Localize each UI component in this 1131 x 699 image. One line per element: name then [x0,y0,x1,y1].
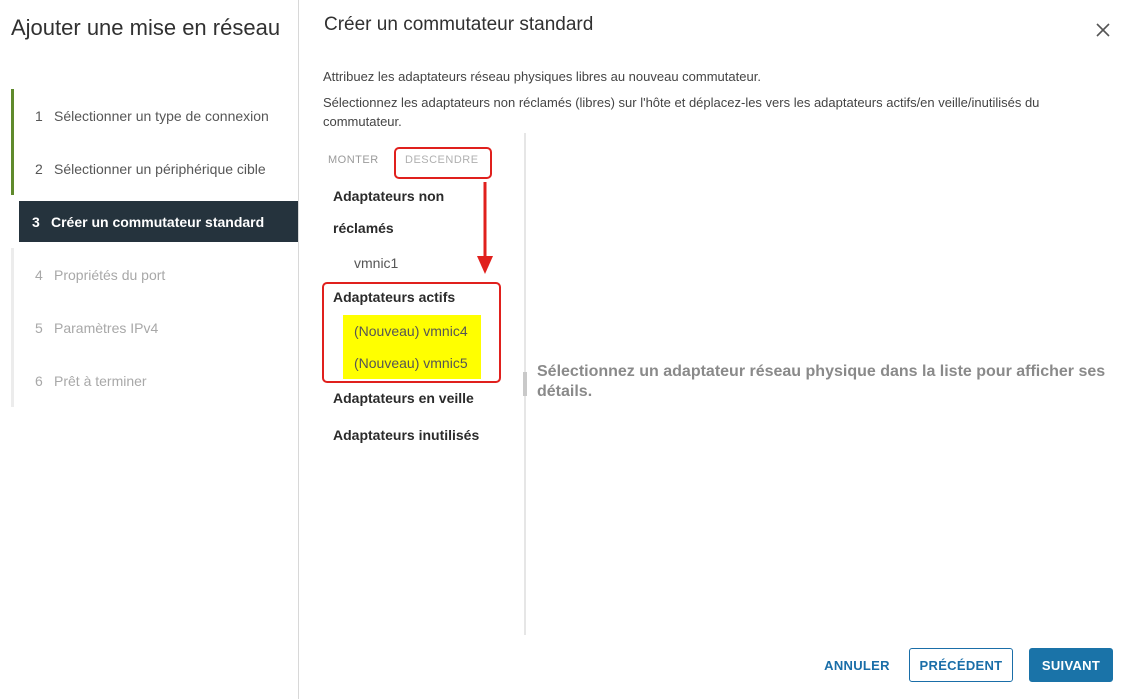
cancel-button[interactable]: ANNULER [815,648,899,682]
wizard-main: Créer un commutateur standard Attribuez … [299,0,1131,699]
step-label: Prêt à terminer [54,372,147,389]
step-number: 1 [35,107,43,124]
step-select-target-device[interactable]: 2 Sélectionner un périphérique cible [11,142,299,195]
step-label: Propriétés du port [54,266,166,283]
annotation-arrow-down-icon [477,182,493,274]
step-number: 3 [32,213,40,230]
step-number: 5 [35,319,43,336]
step-select-connection-type[interactable]: 1 Sélectionner un type de connexion [11,89,299,142]
wizard-sidebar: Ajouter une mise en réseau 1 Sélectionne… [0,0,299,699]
wizard-title: Ajouter une mise en réseau [11,15,281,40]
move-up-button[interactable]: MONTER [328,154,379,166]
step-label: Paramètres IPv4 [54,319,159,336]
step-ready-to-complete: 6 Prêt à terminer [11,354,299,407]
previous-button[interactable]: PRÉCÉDENT [909,648,1013,682]
step-create-standard-switch[interactable]: 3 Créer un commutateur standard [19,201,298,242]
close-icon[interactable] [1095,22,1111,38]
wizard-dialog: Ajouter une mise en réseau 1 Sélectionne… [0,0,1131,699]
annotation-box-active-adapters [322,282,501,383]
step-number: 6 [35,372,43,389]
annotation-box-move-down [394,147,492,179]
description-text-secondary: Sélectionnez les adaptateurs non réclamé… [323,95,1040,129]
detail-placeholder: Sélectionnez un adaptateur réseau physiq… [537,363,1106,400]
group-unclaimed-adapters-line2: réclamés [333,220,394,236]
step-ipv4-settings: 5 Paramètres IPv4 [11,301,299,354]
page-title: Créer un commutateur standard [324,14,594,35]
description-text: Attribuez les adaptateurs réseau physiqu… [323,69,761,84]
group-unclaimed-adapters: Adaptateurs non [333,188,445,204]
step-number: 4 [35,266,43,283]
group-standby-adapters: Adaptateurs en veille [333,390,474,406]
step-label: Créer un commutateur standard [51,213,265,230]
pane-resize-handle[interactable] [523,372,527,396]
group-unused-adapters: Adaptateurs inutilisés [333,427,480,443]
step-label: Sélectionner un type de connexion [54,107,269,124]
step-port-properties: 4 Propriétés du port [11,248,299,301]
step-number: 2 [35,160,43,177]
next-button[interactable]: SUIVANT [1029,648,1113,682]
wizard-steps: 1 Sélectionner un type de connexion 2 Sé… [11,89,299,407]
list-item-vmnic1[interactable]: vmnic1 [354,253,398,273]
step-label: Sélectionner un périphérique cible [54,160,266,177]
